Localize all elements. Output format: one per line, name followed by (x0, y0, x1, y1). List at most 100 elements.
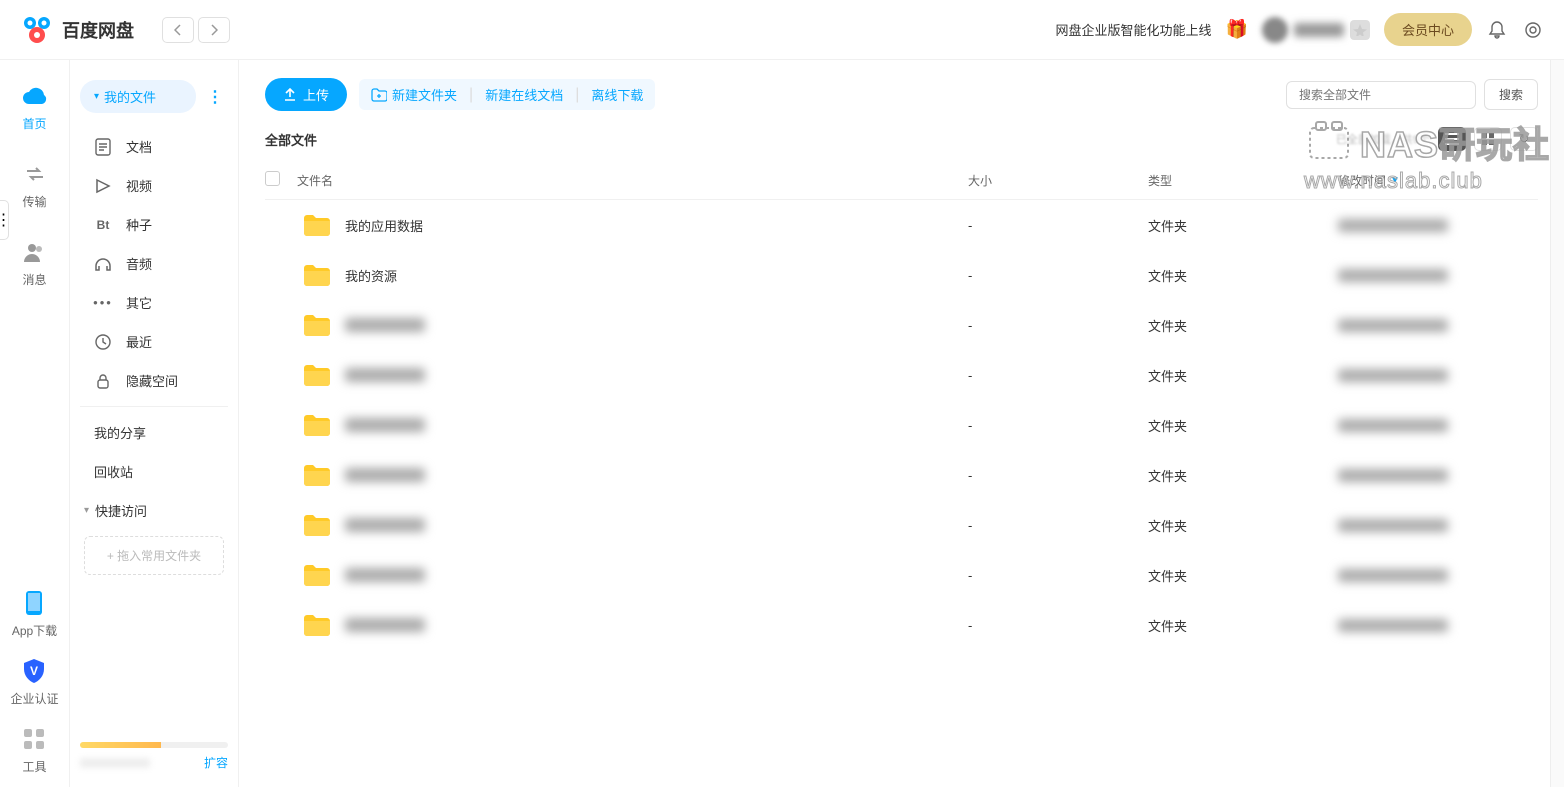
sidebar-quick-access-header[interactable]: ▾ 快捷访问 (80, 491, 228, 530)
app-name: 百度网盘 (62, 17, 134, 43)
cat-label: 其它 (126, 293, 152, 312)
my-files-pill[interactable]: ▾ 我的文件 (80, 80, 196, 113)
nav-forward-button[interactable] (198, 17, 230, 43)
rail-messages[interactable]: 消息 (21, 238, 49, 288)
sidebar-cat-bt[interactable]: Bt种子 (80, 205, 228, 244)
row-name-blurred (345, 618, 425, 632)
chevron-left-icon (174, 24, 182, 36)
row-size: - (968, 568, 1148, 583)
table-row[interactable]: -文件夹 (265, 450, 1538, 500)
row-size: - (968, 618, 1148, 633)
chevron-down-icon: ▾ (94, 91, 99, 102)
svg-text:V: V (30, 664, 38, 678)
upload-icon (283, 88, 297, 102)
row-size: - (968, 468, 1148, 483)
col-name[interactable]: 文件名 (297, 172, 968, 189)
toolbar-group: 新建文件夹 | 新建在线文档 | 离线下载 (359, 79, 655, 110)
row-type: 文件夹 (1148, 566, 1338, 585)
folder-icon (303, 313, 331, 337)
sidebar-cat-video[interactable]: 视频 (80, 166, 228, 205)
new-online-doc-button[interactable]: 新建在线文档 (485, 85, 563, 104)
rail-enterprise[interactable]: V 企业认证 (10, 657, 58, 707)
vip-badge-icon (1350, 20, 1370, 40)
row-type: 文件夹 (1148, 216, 1338, 235)
folder-icon (303, 513, 331, 537)
row-name-blurred (345, 518, 425, 532)
rail-tools[interactable]: 工具 (20, 725, 48, 775)
row-time-blurred (1338, 519, 1448, 532)
row-type: 文件夹 (1148, 416, 1338, 435)
sidebar-recycle[interactable]: 回收站 (80, 452, 228, 491)
rail-collapse-handle[interactable]: ⋮ (0, 200, 9, 240)
settings-button[interactable] (1522, 19, 1544, 41)
refresh-button[interactable]: ↻ (1510, 127, 1538, 151)
row-name: 我的应用数据 (345, 216, 423, 235)
gift-icon[interactable]: 🎁 (1226, 19, 1248, 40)
quick-access-dropzone[interactable]: + 拖入常用文件夹 (84, 536, 224, 575)
table-row[interactable]: -文件夹 (265, 300, 1538, 350)
sidebar-cat-doc[interactable]: 文档 (80, 127, 228, 166)
row-name: 我的资源 (345, 266, 397, 285)
notification-button[interactable] (1486, 19, 1508, 41)
table-row[interactable]: -文件夹 (265, 500, 1538, 550)
row-type: 文件夹 (1148, 366, 1338, 385)
promo-text[interactable]: 网盘企业版智能化功能上线 (1056, 20, 1212, 39)
sidebar-cat-audio[interactable]: 音频 (80, 244, 228, 283)
people-icon (21, 238, 49, 266)
sidebar-cat-recent[interactable]: 最近 (80, 322, 228, 361)
row-time-blurred (1338, 269, 1448, 282)
avatar (1262, 17, 1288, 43)
col-type[interactable]: 类型 (1148, 172, 1338, 189)
row-time-blurred (1338, 569, 1448, 582)
user-name-blurred (1294, 23, 1344, 37)
list-view-button[interactable] (1438, 127, 1466, 151)
rail-app-label: App下载 (12, 622, 57, 639)
table-row[interactable]: -文件夹 (265, 550, 1538, 600)
table-row[interactable]: -文件夹 (265, 600, 1538, 650)
table-row[interactable]: 我的应用数据-文件夹 (265, 200, 1538, 250)
rail-app-download[interactable]: App下载 (12, 589, 57, 639)
grid-view-button[interactable] (1474, 127, 1502, 151)
col-time[interactable]: 修改时间 ▼ (1338, 172, 1538, 189)
table-row[interactable]: -文件夹 (265, 400, 1538, 450)
table-row[interactable]: 我的资源-文件夹 (265, 250, 1538, 300)
col-size[interactable]: 大小 (968, 172, 1148, 189)
new-folder-button[interactable]: 新建文件夹 (371, 85, 457, 104)
quick-access-label: 快捷访问 (95, 501, 147, 520)
sidebar-my-share[interactable]: 我的分享 (80, 413, 228, 452)
offline-download-button[interactable]: 离线下载 (591, 85, 643, 104)
row-time-blurred (1338, 219, 1448, 232)
my-files-more-button[interactable]: ⋮ (202, 84, 228, 110)
table-header: 文件名 大小 类型 修改时间 ▼ (265, 161, 1538, 200)
storage-expand-link[interactable]: 扩容 (204, 754, 228, 771)
separator: | (469, 86, 473, 104)
list-icon (1445, 133, 1459, 145)
row-time-blurred (1338, 319, 1448, 332)
rail-transfer[interactable]: 传输 (21, 160, 49, 210)
rail-home[interactable]: 首页 (21, 82, 49, 132)
table-row[interactable]: -文件夹 (265, 350, 1538, 400)
member-center-button[interactable]: 会员中心 (1384, 13, 1472, 46)
folder-icon (303, 463, 331, 487)
folder-icon (303, 363, 331, 387)
row-size: - (968, 368, 1148, 383)
row-type: 文件夹 (1148, 316, 1338, 335)
storage-fill (80, 742, 161, 748)
search-button[interactable]: 搜索 (1484, 79, 1538, 110)
user-block[interactable] (1262, 17, 1370, 43)
cat-label: 视频 (126, 176, 152, 195)
row-size: - (968, 318, 1148, 333)
select-all-checkbox[interactable] (265, 171, 280, 186)
sidebar-cat-hidden[interactable]: 隐藏空间 (80, 361, 228, 400)
sidebar-cat-other[interactable]: •••其它 (80, 283, 228, 322)
upload-button[interactable]: 上传 (265, 78, 347, 111)
video-icon (94, 177, 112, 195)
logo[interactable]: 百度网盘 (20, 15, 134, 45)
scrollbar-track[interactable] (1550, 60, 1564, 787)
row-name-blurred (345, 368, 425, 382)
search-input[interactable] (1286, 81, 1476, 109)
sidebar: ▾ 我的文件 ⋮ 文档视频Bt种子音频•••其它最近隐藏空间 我的分享 回收站 … (70, 60, 238, 787)
rail-home-label: 首页 (22, 115, 46, 132)
nav-back-button[interactable] (162, 17, 194, 43)
breadcrumb[interactable]: 全部文件 (265, 130, 317, 149)
